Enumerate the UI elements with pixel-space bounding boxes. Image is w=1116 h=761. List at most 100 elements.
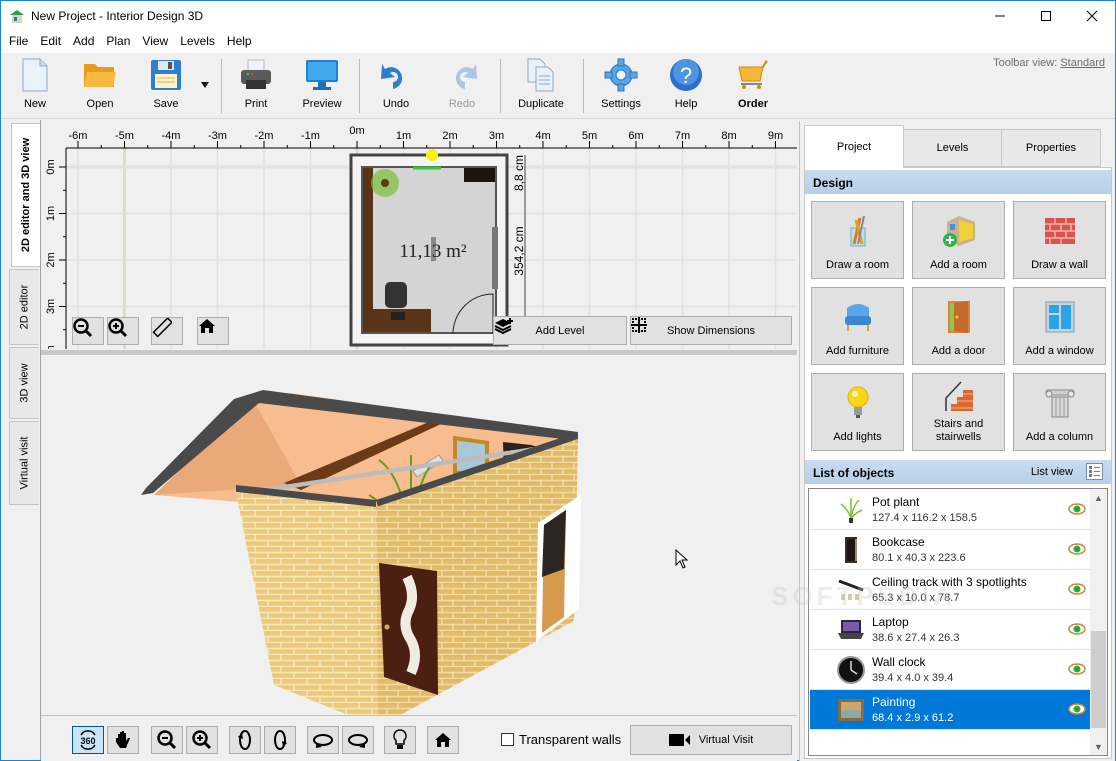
close-button[interactable] — [1069, 1, 1115, 31]
toolbar-view-link[interactable]: Standard — [1060, 57, 1105, 69]
help-button[interactable]: ? Help — [656, 58, 716, 116]
list-item-wall-clock[interactable]: Wall clock 39.4 x 4.0 x 39.4 — [810, 650, 1092, 690]
dimension-length-label: 354,2 cm — [512, 226, 526, 275]
plan-canvas[interactable]: -6m -5m -4m -3m -2m -1m 0m 1m 2m 3m 4m 5m 6m 7m 8m 9m 0m… — [41, 121, 797, 349]
tab-2d-editor[interactable]: 2D editor — [9, 269, 39, 345]
duplicate-button[interactable]: Duplicate — [511, 58, 571, 116]
add-lights-button[interactable]: Add lights — [811, 373, 904, 451]
view3d-home-button[interactable] — [427, 726, 459, 754]
add-room-button[interactable]: Add a room — [912, 201, 1005, 279]
draw-room-button[interactable]: Draw a room — [811, 201, 904, 279]
open-button[interactable]: Open — [70, 58, 130, 116]
wall-clock-icon — [837, 656, 865, 684]
save-button[interactable]: Save — [136, 58, 196, 116]
menu-help[interactable]: Help — [221, 31, 258, 53]
order-button[interactable]: Order — [723, 58, 783, 116]
folder-open-icon — [84, 64, 116, 87]
add-door-button[interactable]: Add a door — [912, 287, 1005, 365]
caret-down-icon — [201, 82, 209, 88]
add-furniture-button[interactable]: Add furniture — [811, 287, 904, 365]
redo-button[interactable]: Redo — [432, 58, 492, 116]
new-document-icon — [22, 58, 48, 92]
add-column-button[interactable]: Add a column — [1013, 373, 1106, 451]
tab-project[interactable]: Project — [804, 125, 904, 168]
scrollbar-thumb[interactable] — [1091, 631, 1106, 728]
add-level-button[interactable]: Add Level — [493, 316, 627, 345]
tab-levels[interactable]: Levels — [903, 129, 1002, 167]
new-button[interactable]: New — [5, 58, 65, 116]
x-ruler-label: -4m — [162, 130, 181, 142]
transparent-walls-checkbox[interactable]: Transparent walls — [501, 732, 621, 747]
menu-file[interactable]: File — [3, 31, 34, 53]
visibility-eye-icon[interactable] — [1068, 543, 1086, 555]
room-3d-render[interactable] — [41, 355, 797, 715]
menu-view[interactable]: View — [136, 31, 174, 53]
visibility-eye-icon[interactable] — [1068, 663, 1086, 675]
list-item-ceiling-track[interactable]: Ceiling track with 3 spotlights 65.3 x 1… — [810, 570, 1092, 610]
plan-2d-editor[interactable]: -6m -5m -4m -3m -2m -1m 0m 1m 2m 3m 4m 5m 6m 7m 8m 9m 0m… — [41, 121, 797, 349]
scroll-down-arrow[interactable]: ▼ — [1090, 738, 1107, 755]
view3d-zoom-out-button[interactable] — [151, 726, 183, 754]
armchair-icon — [844, 303, 871, 331]
visibility-eye-icon[interactable] — [1068, 583, 1086, 595]
save-dropdown-arrow[interactable] — [201, 77, 209, 91]
menu-edit[interactable]: Edit — [34, 31, 67, 53]
toolbar-separator — [500, 59, 501, 113]
print-button[interactable]: Print — [226, 58, 286, 116]
rotate-vertical-left-button[interactable] — [229, 726, 261, 754]
visibility-eye-icon[interactable] — [1068, 703, 1086, 715]
scroll-up-arrow[interactable]: ▲ — [1090, 489, 1107, 506]
orbit-left-button[interactable] — [307, 726, 339, 754]
minimize-button[interactable] — [977, 1, 1023, 31]
plan-zoom-in-button[interactable] — [107, 317, 139, 345]
tab-2d-editor-and-3d-view[interactable]: 2D editor and 3D view — [11, 123, 41, 267]
maximize-button[interactable] — [1023, 1, 1069, 31]
video-camera-icon — [668, 734, 690, 746]
settings-button[interactable]: Settings — [591, 58, 651, 116]
list-item-pot-plant[interactable]: Pot plant 127.4 x 116.2 x 158.5 — [810, 490, 1092, 530]
view-3d[interactable] — [41, 355, 797, 715]
stairs-button[interactable]: Stairs and stairwells — [912, 373, 1005, 451]
visibility-eye-icon[interactable] — [1068, 623, 1086, 635]
view3d-zoom-in-button[interactable] — [186, 726, 218, 754]
list-view-icon[interactable] — [1086, 463, 1103, 480]
list-view-label[interactable]: List view — [1031, 466, 1073, 478]
tab-virtual-visit[interactable]: Virtual visit — [9, 421, 39, 505]
undo-button[interactable]: Undo — [366, 58, 426, 116]
add-window-button[interactable]: Add a window — [1013, 287, 1106, 365]
objects-list-scrollbar[interactable]: ▲ ▼ — [1090, 489, 1107, 755]
list-item-painting[interactable]: Painting 68.4 x 2.9 x 61.2 — [810, 690, 1092, 730]
floppy-disk-icon — [151, 60, 181, 90]
menu-levels[interactable]: Levels — [174, 31, 221, 53]
x-ruler-label: 3m — [489, 130, 504, 142]
y-ruler-label: 4m — [45, 345, 57, 349]
pan-button[interactable] — [107, 726, 139, 754]
plan-ruler-button[interactable] — [151, 317, 183, 345]
menu-add[interactable]: Add — [67, 31, 100, 53]
ruler-icon — [152, 318, 172, 338]
tab-properties[interactable]: Properties — [1001, 129, 1101, 167]
virtual-visit-button[interactable]: Virtual Visit — [630, 725, 792, 755]
visibility-eye-icon[interactable] — [1068, 503, 1086, 515]
show-dimensions-button[interactable]: Show Dimensions — [630, 316, 792, 345]
objects-list[interactable]: Pot plant 127.4 x 116.2 x 158.5 Bookcase… — [808, 488, 1108, 756]
plan-zoom-out-button[interactable] — [72, 317, 104, 345]
preview-button[interactable]: Preview — [292, 58, 352, 116]
lights-button[interactable] — [384, 726, 416, 754]
minimize-icon — [995, 15, 1005, 17]
list-item-bookcase[interactable]: Bookcase 80.1 x 40.3 x 223.6 — [810, 530, 1092, 570]
draw-wall-button[interactable]: Draw a wall — [1013, 201, 1106, 279]
dimensions-icon — [631, 317, 647, 333]
rotate-360-button[interactable]: 360 — [72, 726, 104, 754]
tab-3d-view[interactable]: 3D view — [9, 347, 39, 419]
menu-plan[interactable]: Plan — [100, 31, 136, 53]
door-icon — [947, 300, 970, 333]
monitor-icon — [306, 60, 338, 90]
rotate-vertical-right-button[interactable] — [264, 726, 296, 754]
checkbox-box[interactable] — [501, 733, 514, 746]
orbit-right-button[interactable] — [342, 726, 374, 754]
x-ruler-label: 1m — [396, 130, 411, 142]
y-ruler-label: 3m — [45, 299, 57, 314]
list-item-laptop[interactable]: Laptop 38.6 x 27.4 x 26.3 — [810, 610, 1092, 650]
plan-home-button[interactable] — [197, 317, 229, 345]
